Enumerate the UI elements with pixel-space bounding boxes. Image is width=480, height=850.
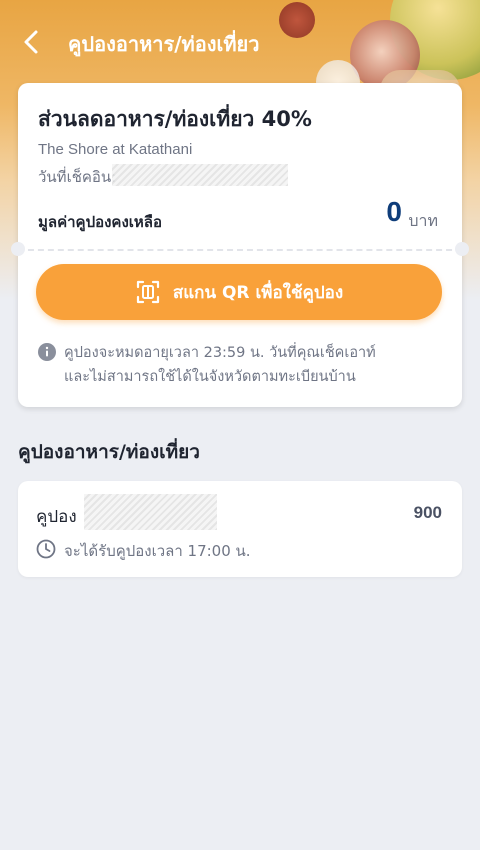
back-button[interactable] xyxy=(18,28,46,56)
card-notch-right xyxy=(455,242,469,256)
perforation-divider xyxy=(18,249,462,251)
info-icon xyxy=(38,343,56,361)
coupon-item-amount: 900 xyxy=(413,503,442,522)
list-item[interactable]: คูปอง 900 จะได้รับคูปองเวลา 17:00 น. xyxy=(18,481,462,577)
page-title: คูปองอาหาร/ท่องเที่ยว xyxy=(68,32,260,56)
section-title: คูปองอาหาร/ท่องเที่ยว xyxy=(18,441,200,463)
coupon-code-redacted xyxy=(84,494,217,530)
coupon-item-label: คูปอง xyxy=(36,507,77,527)
balance-value: 0 xyxy=(386,196,402,227)
checkin-date-redacted xyxy=(112,164,288,186)
card-notch-left xyxy=(11,242,25,256)
chevron-left-icon xyxy=(24,30,38,54)
scan-qr-button[interactable]: สแกน QR เพื่อใช้คูปอง xyxy=(36,264,442,320)
scan-qr-label: สแกน QR เพื่อใช้คูปอง xyxy=(172,282,344,303)
qr-scan-icon xyxy=(135,279,161,305)
coupon-title: ส่วนลดอาหาร/ท่องเที่ยว 40% xyxy=(38,107,312,131)
balance-label: มูลค่าคูปองคงเหลือ xyxy=(38,213,162,231)
clock-icon xyxy=(36,539,56,559)
coupon-card: ส่วนลดอาหาร/ท่องเที่ยว 40% The Shore at … xyxy=(11,83,469,407)
checkin-label: วันที่เช็คอิน: xyxy=(38,168,117,186)
balance-unit: บาท xyxy=(408,211,438,230)
notice-line-1: คูปองจะหมดอายุเวลา 23:59 น. วันที่คุณเช็… xyxy=(64,345,376,361)
coupon-item-time: จะได้รับคูปองเวลา 17:00 น. xyxy=(64,542,251,560)
notice-line-2: และไม่สามารถใช้ได้ในจังหวัดตามทะเบียนบ้า… xyxy=(64,369,356,385)
top-bar: คูปองอาหาร/ท่องเที่ยว xyxy=(0,22,480,62)
hotel-name: The Shore at Katathani xyxy=(38,141,193,158)
notice-text: คูปองจะหมดอายุเวลา 23:59 น. วันที่คุณเช็… xyxy=(64,341,376,389)
